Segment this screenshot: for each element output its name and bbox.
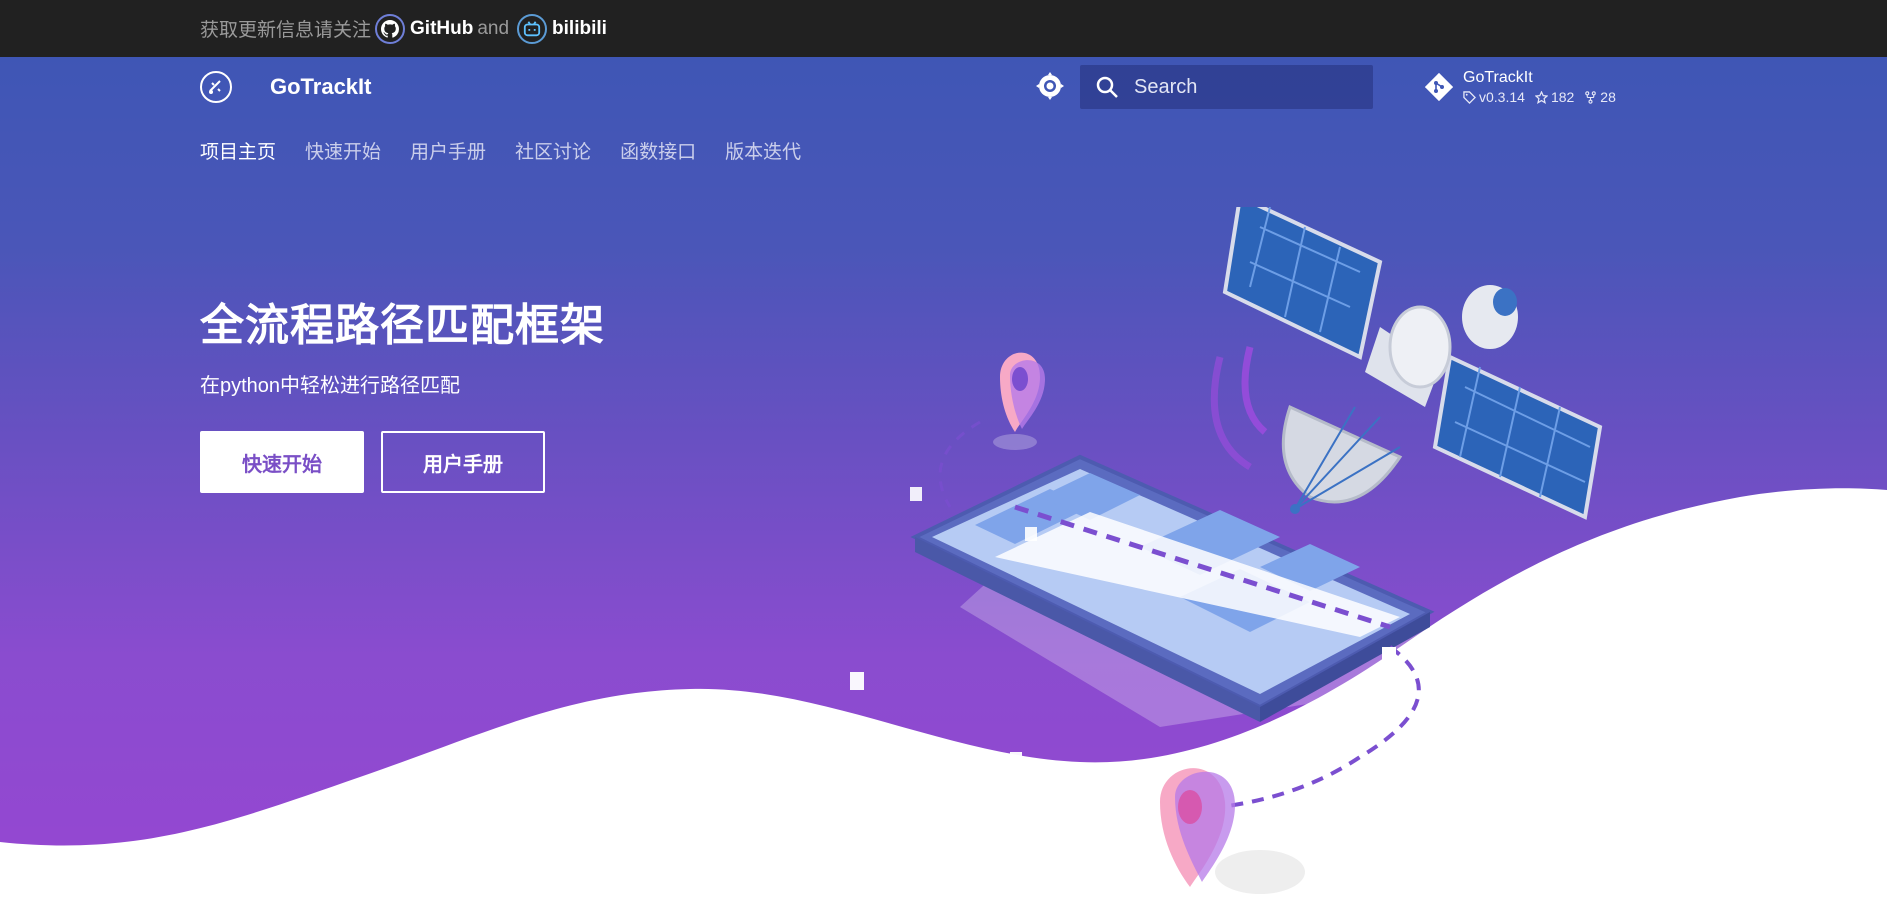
bilibili-icon (517, 13, 548, 44)
tag-icon (1463, 90, 1476, 104)
search-box[interactable] (1080, 65, 1373, 109)
tab-releases[interactable]: 版本迭代 (725, 137, 801, 164)
tab-home[interactable]: 项目主页 (200, 137, 276, 164)
location-pin-top (993, 352, 1045, 450)
user-manual-button[interactable]: 用户手册 (381, 431, 545, 493)
announcement-content: 获取更新信息请关注 GitHub and bilibili (200, 0, 607, 57)
route-dashed-line-top (938, 420, 981, 508)
search-input[interactable] (1134, 72, 1364, 102)
site-logo-icon[interactable] (200, 71, 232, 103)
location-pin-bottom (1160, 768, 1305, 894)
bilibili-label: bilibili (552, 17, 607, 39)
repo-details: GoTrackIt v0.3.14 182 28 (1463, 69, 1626, 105)
github-label: GitHub (410, 17, 474, 39)
hero-subtitle: 在python中轻松进行路径匹配 (200, 375, 461, 397)
repo-name: GoTrackIt (1463, 69, 1533, 86)
github-link[interactable]: GitHub (371, 13, 474, 44)
hero-headline: 全流程路径匹配框架 (200, 301, 605, 350)
repo-info[interactable]: GoTrackIt v0.3.14 182 28 (1425, 65, 1626, 109)
bilibili-link[interactable]: bilibili (513, 13, 607, 44)
fork-icon (1585, 90, 1597, 104)
nav-tabs: 项目主页 快速开始 用户手册 社区讨论 函数接口 版本迭代 (200, 137, 830, 164)
site-title[interactable]: GoTrackIt (270, 74, 371, 100)
announcement-bar: 获取更新信息请关注 GitHub and bilibili (0, 0, 1887, 57)
git-icon (1425, 73, 1453, 101)
github-icon (375, 13, 406, 44)
brightness-icon[interactable] (1035, 71, 1065, 101)
announcement-text: 获取更新信息请关注 (200, 20, 372, 41)
repo-stars-text: 182 (1550, 89, 1575, 105)
repo-forks-text: 28 (1600, 89, 1616, 105)
and-text: and (477, 17, 510, 39)
tab-user-manual[interactable]: 用户手册 (410, 137, 486, 164)
quickstart-button[interactable]: 快速开始 (200, 431, 364, 493)
repo-facts: v0.3.14 182 28 (1463, 89, 1626, 105)
satellite-map-illustration (850, 207, 1603, 894)
satellite (1222, 207, 1603, 520)
repo-version: v0.3.14 (1463, 89, 1525, 105)
search-icon (1094, 74, 1120, 100)
tab-quickstart[interactable]: 快速开始 (305, 137, 381, 164)
repo-forks: 28 (1584, 89, 1616, 105)
tab-api[interactable]: 函数接口 (620, 137, 696, 164)
hero-section: GoTrackIt GoTrackIt (0, 57, 1887, 913)
site-header: GoTrackIt GoTrackIt (0, 57, 1887, 121)
repo-version-text: v0.3.14 (1479, 89, 1525, 105)
repo-stars: 182 (1534, 89, 1575, 105)
star-icon (1534, 90, 1548, 104)
tab-community[interactable]: 社区讨论 (515, 137, 591, 164)
